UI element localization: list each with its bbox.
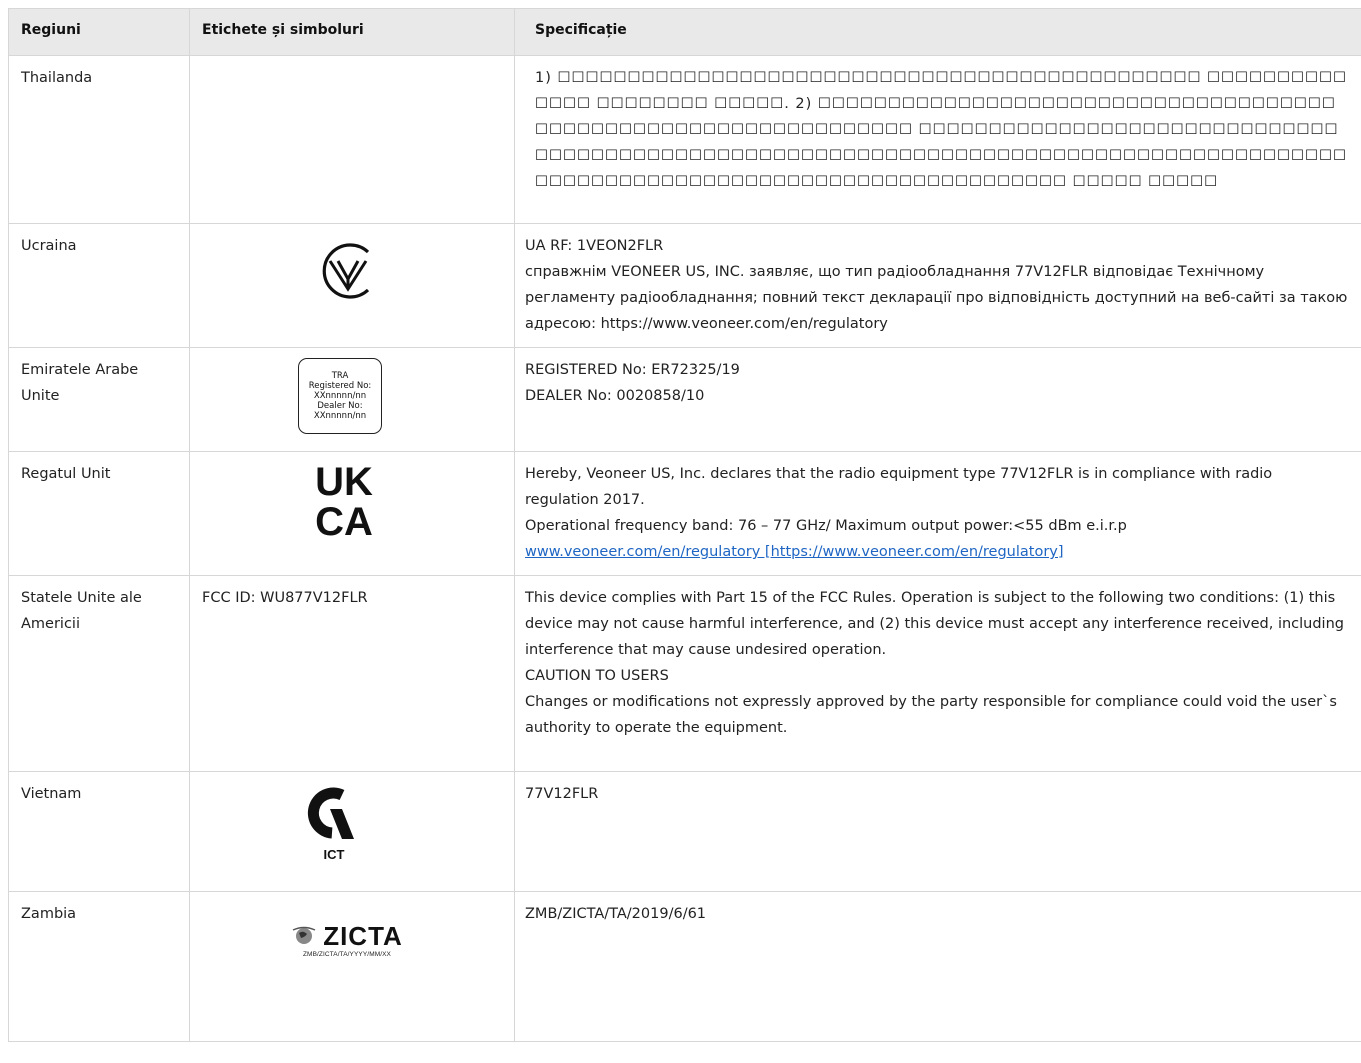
spec-cell: Hereby, Veoneer US, Inc. declares that t… <box>514 451 1361 576</box>
region-cell: Thailanda <box>8 55 190 224</box>
ukca-logo-bottom: CA <box>315 500 373 539</box>
table-row: Ucraina UA RF: 1VEON2FLR справжнім VEONE… <box>8 223 1361 348</box>
tra-label-box: TRA Registered No: XXnnnnn/nn Dealer No:… <box>298 358 382 434</box>
labels-cell: ICT <box>189 771 515 892</box>
spec-cell: 77V12FLR <box>514 771 1361 892</box>
labels-cell: FCC ID: WU877V12FLR <box>189 575 515 772</box>
table-row: Zambia ZICTA ZMB/ZICTA/TA/YYYY/MM/XX ZMB… <box>8 891 1361 1042</box>
spec-line: UA RF: 1VEON2FLR <box>525 238 664 254</box>
ukca-logo: UK CA <box>315 460 373 539</box>
region-cell: Statele Unite ale Americii <box>8 575 190 772</box>
spec-line: Hereby, Veoneer US, Inc. declares that t… <box>525 466 1273 508</box>
spec-cell: REGISTERED No: ER72325/19 DEALER No: 002… <box>514 347 1361 452</box>
spec-line: Operational frequency band: 76 – 77 GHz/… <box>525 518 1127 534</box>
table-row: Vietnam ICT 77V12FLR <box>8 771 1361 892</box>
tra-line: XXnnnnn/nn <box>313 411 367 421</box>
spec-cell: 1) ☐☐☐☐☐☐☐☐☐☐☐☐☐☐☐☐☐☐☐☐☐☐☐☐☐☐☐☐☐☐☐☐☐☐☐☐☐… <box>514 55 1361 224</box>
spec-text: 1) ☐☐☐☐☐☐☐☐☐☐☐☐☐☐☐☐☐☐☐☐☐☐☐☐☐☐☐☐☐☐☐☐☐☐☐☐☐… <box>535 70 1348 190</box>
labels-cell: TRA Registered No: XXnnnnn/nn Dealer No:… <box>189 347 515 452</box>
header-spec: Specificație <box>514 8 1361 56</box>
regulatory-table: Regiuni Etichete și simboluri Specificaț… <box>8 8 1361 1042</box>
tra-line: Registered No: <box>308 381 372 391</box>
spec-line: This device complies with Part 15 of the… <box>525 590 1344 658</box>
labels-cell: ZICTA ZMB/ZICTA/TA/YYYY/MM/XX <box>189 891 515 1042</box>
region-cell: Emiratele Arabe Unite <box>8 347 190 452</box>
table-row: Emiratele Arabe Unite TRA Registered No:… <box>8 347 1361 452</box>
table-row: Regatul Unit UK CA Hereby, Veoneer US, I… <box>8 451 1361 576</box>
header-region: Regiuni <box>8 8 190 56</box>
ukraine-conformity-mark-icon <box>322 243 370 299</box>
ict-logo-text: ICT <box>324 847 345 862</box>
table-row: Statele Unite ale Americii FCC ID: WU877… <box>8 575 1361 772</box>
region-cell: Ucraina <box>8 223 190 348</box>
spec-cell: This device complies with Part 15 of the… <box>514 575 1361 772</box>
ict-vietnam-logo: ICT <box>307 787 354 862</box>
spec-line: REGISTERED No: ER72325/19 <box>525 362 740 378</box>
spec-line: DEALER No: 0020858/10 <box>525 388 705 404</box>
spec-cell: UA RF: 1VEON2FLR справжнім VEONEER US, I… <box>514 223 1361 348</box>
tra-line: Dealer No: <box>317 401 363 411</box>
labels-cell: UK CA <box>189 451 515 576</box>
zicta-logo-word: ZICTA <box>323 921 403 951</box>
ukca-logo-top: UK <box>315 460 373 504</box>
header-labels: Etichete și simboluri <box>189 8 515 56</box>
region-cell: Regatul Unit <box>8 451 190 576</box>
table-row: Thailanda 1) ☐☐☐☐☐☐☐☐☐☐☐☐☐☐☐☐☐☐☐☐☐☐☐☐☐☐☐… <box>8 55 1361 224</box>
tra-line: TRA <box>331 371 349 381</box>
globe-icon <box>292 926 316 944</box>
zicta-logo: ZICTA ZMB/ZICTA/TA/YYYY/MM/XX <box>192 923 502 960</box>
region-cell: Zambia <box>8 891 190 1042</box>
region-cell: Vietnam <box>8 771 190 892</box>
spec-line: CAUTION TO USERS <box>525 668 669 684</box>
spec-line: справжнім VEONEER US, INC. заявляє, що т… <box>525 264 1348 332</box>
spec-cell: ZMB/ZICTA/TA/2019/6/61 <box>514 891 1361 1042</box>
labels-cell <box>189 223 515 348</box>
zicta-logo-sub: ZMB/ZICTA/TA/YYYY/MM/XX <box>302 951 391 958</box>
labels-cell <box>189 55 515 224</box>
tra-line: XXnnnnn/nn <box>313 391 367 401</box>
spec-line: Changes or modifications not expressly a… <box>525 694 1337 736</box>
regulatory-link[interactable]: www.veoneer.com/en/regulatory [https://w… <box>525 539 1349 565</box>
table-header-row: Regiuni Etichete și simboluri Specificaț… <box>8 8 1361 56</box>
